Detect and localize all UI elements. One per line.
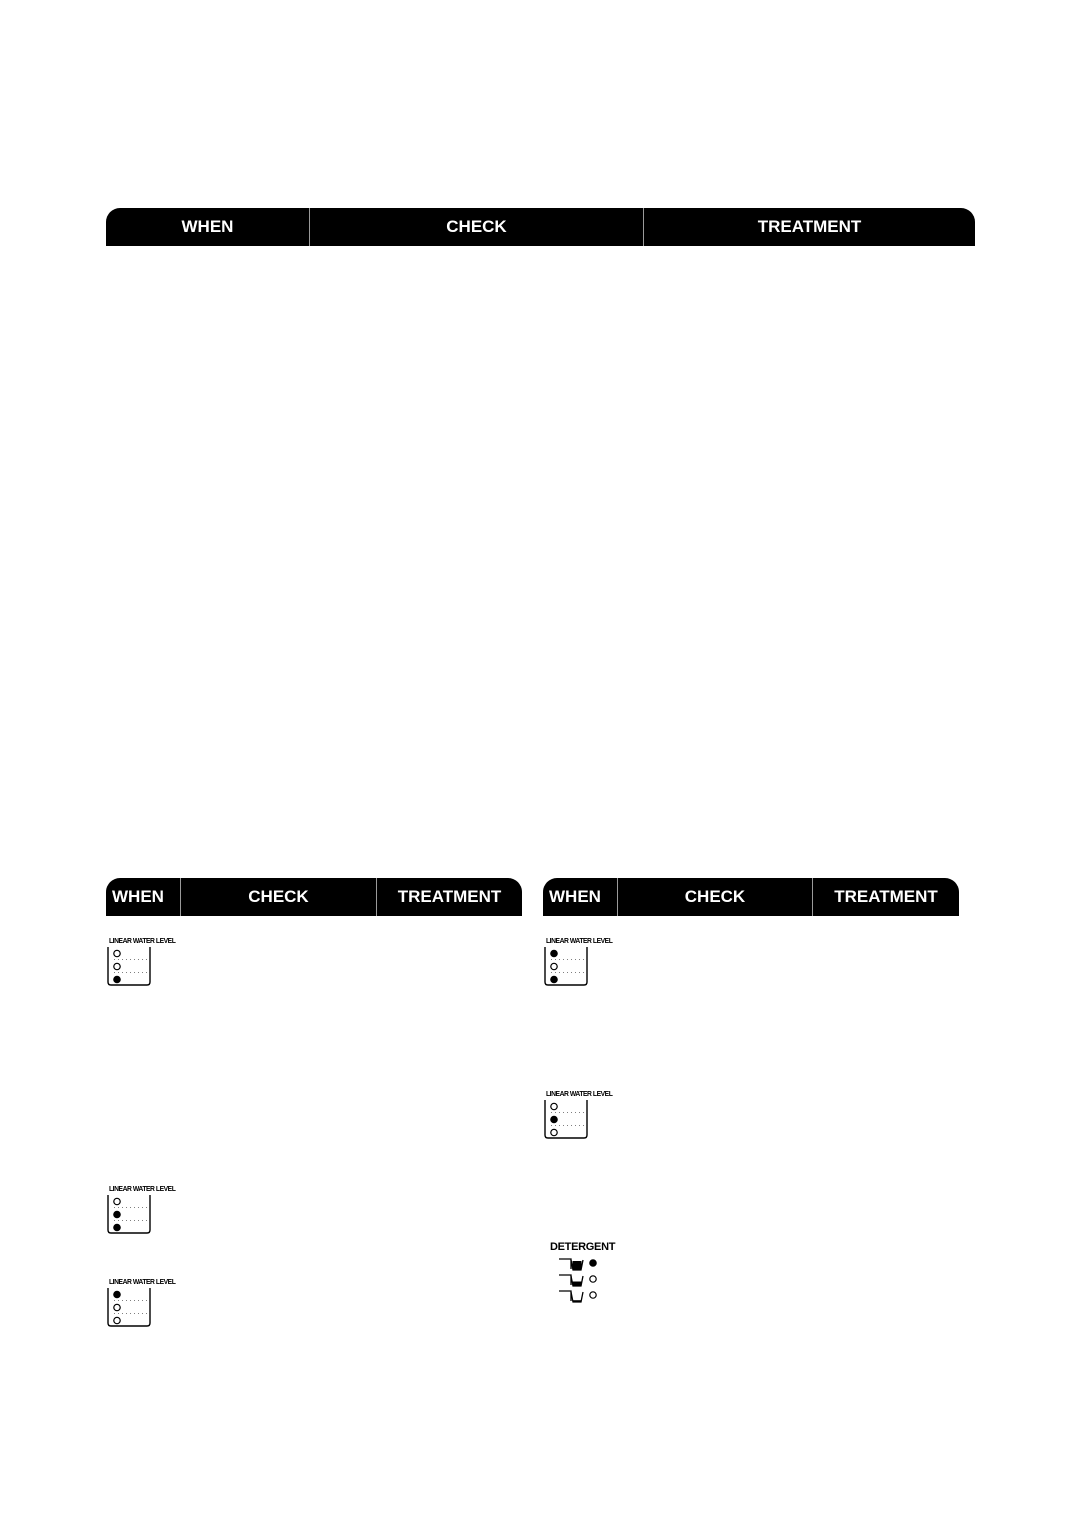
detergent-pipe [559, 1258, 572, 1269]
detergent-label: DETERGENT [550, 1241, 616, 1253]
water-level-label: LINEAR WATER LEVEL [109, 1184, 176, 1193]
led-off-icon [113, 949, 121, 958]
water-level-icon [544, 947, 588, 986]
led-off-icon [550, 1102, 558, 1111]
detergent-indicator: DETERGENT [543, 1241, 616, 1305]
led-off-icon [113, 962, 121, 971]
led-on-icon [113, 1223, 121, 1232]
led-on-icon [550, 1115, 558, 1124]
led-off-icon [589, 1275, 597, 1283]
water-level-icon [544, 1100, 588, 1139]
header-treatment: TREATMENT [643, 208, 975, 246]
header-when: WHEN [549, 887, 601, 906]
water-level-icon [107, 947, 151, 986]
water-level-label: LINEAR WATER LEVEL [109, 1277, 176, 1286]
water-level-indicator: LINEAR WATER LEVEL [106, 1277, 182, 1333]
table-header-top: WHEN CHECK TREATMENT [106, 208, 975, 246]
led-off-icon [113, 1316, 121, 1325]
water-level-indicator: LINEAR WATER LEVEL [543, 936, 619, 992]
led-on-icon [113, 1210, 121, 1219]
led-off-icon [113, 1303, 121, 1312]
header-check: CHECK [617, 878, 812, 916]
detergent-pipe [559, 1274, 572, 1285]
water-level-label: LINEAR WATER LEVEL [546, 1089, 613, 1098]
led-on-icon [550, 949, 558, 958]
water-level-icon [107, 1195, 151, 1234]
detergent-fill [572, 1261, 582, 1270]
detergent-fill [572, 1300, 582, 1302]
led-off-icon [589, 1291, 597, 1299]
water-level-label: LINEAR WATER LEVEL [546, 936, 613, 945]
led-on-icon [113, 975, 121, 984]
led-on-icon [113, 1290, 121, 1299]
header-check: CHECK [309, 208, 643, 246]
led-on-icon [550, 975, 558, 984]
header-when: WHEN [181, 217, 234, 236]
header-treatment: TREATMENT [376, 878, 522, 916]
led-off-icon [550, 962, 558, 971]
water-level-indicator: LINEAR WATER LEVEL [106, 936, 182, 992]
water-level-indicator: LINEAR WATER LEVEL [106, 1184, 182, 1240]
detergent-pipe [559, 1290, 572, 1301]
header-check: CHECK [180, 878, 376, 916]
table-header-bottom-left: WHEN CHECK TREATMENT [106, 878, 522, 916]
table-header-bottom-right: WHEN CHECK TREATMENT [543, 878, 959, 916]
water-level-icon [107, 1288, 151, 1327]
led-on-icon [589, 1259, 597, 1267]
led-off-icon [113, 1197, 121, 1206]
water-level-label: LINEAR WATER LEVEL [109, 936, 176, 945]
detergent-icon [559, 1258, 597, 1303]
detergent-fill [572, 1281, 582, 1286]
led-off-icon [550, 1128, 558, 1137]
water-level-indicator: LINEAR WATER LEVEL [543, 1089, 619, 1145]
header-treatment: TREATMENT [812, 878, 959, 916]
header-when: WHEN [112, 887, 164, 906]
